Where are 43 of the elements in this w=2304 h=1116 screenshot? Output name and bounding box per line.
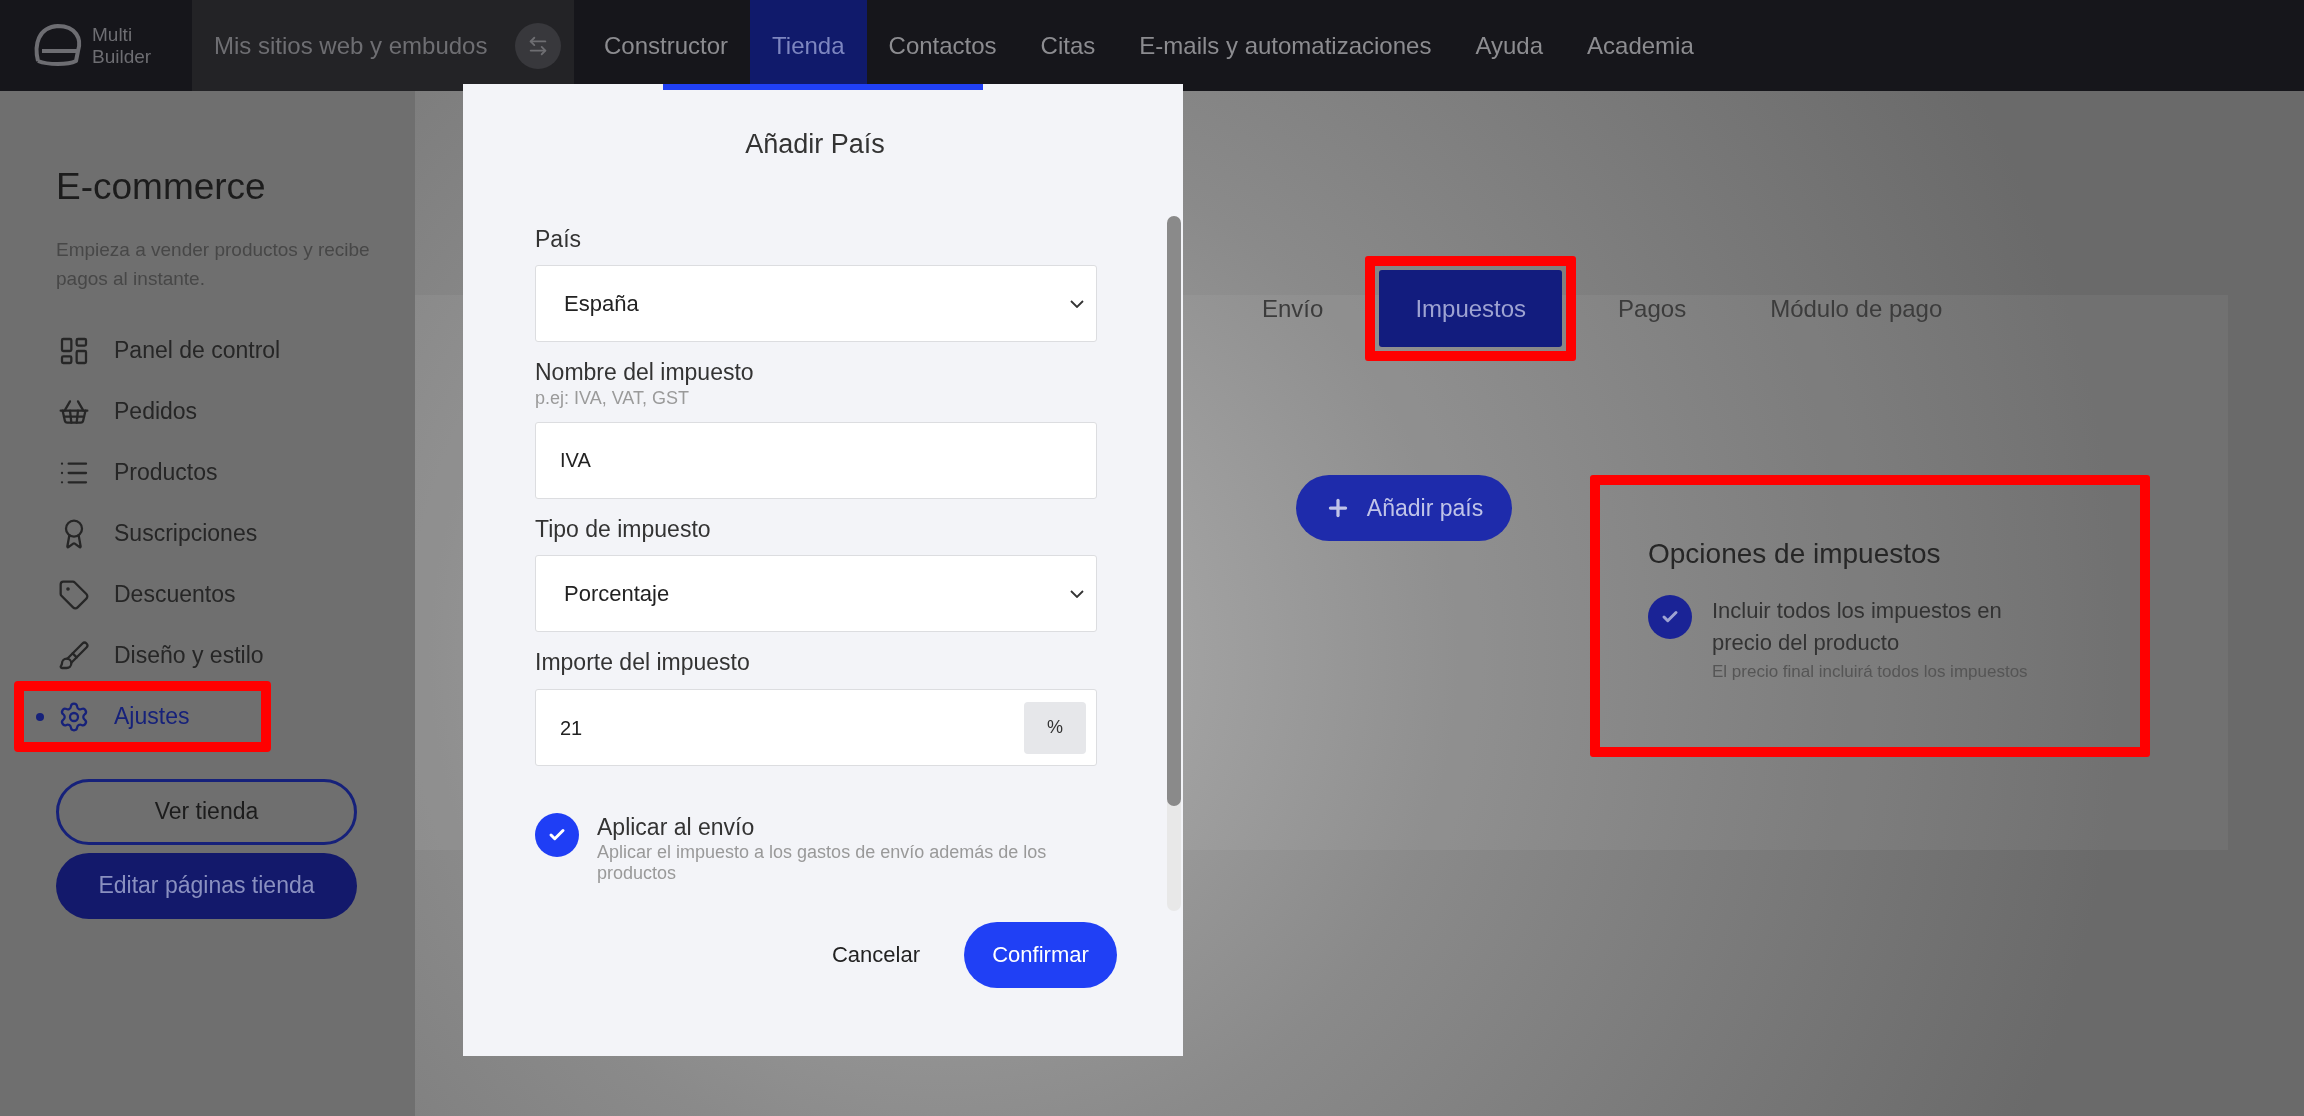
tag-icon xyxy=(58,578,90,611)
edit-pages-button[interactable]: Editar páginas tienda xyxy=(56,852,357,919)
sidebar-item[interactable]: Suscripciones xyxy=(114,516,258,551)
confirm-button[interactable]: Confirmar xyxy=(964,921,1117,988)
view-store-button[interactable]: Ver tienda xyxy=(56,778,357,845)
checkbox[interactable] xyxy=(1648,595,1692,639)
sidebar-item[interactable]: Panel de control xyxy=(114,333,281,368)
field-label: Nombre del impuesto xyxy=(535,358,755,387)
tab[interactable]: Pagos xyxy=(1582,270,1723,347)
nav-tab[interactable]: E-mails y automatizaciones xyxy=(1117,0,1454,91)
checkbox[interactable] xyxy=(535,813,579,857)
sidebar-item[interactable]: Productos xyxy=(114,455,218,490)
cancel-button[interactable]: Cancelar xyxy=(823,921,928,988)
sidebar-item[interactable]: Pedidos xyxy=(114,394,198,429)
tab[interactable]: Impuestos xyxy=(1379,270,1563,347)
card-title: Opciones de impuestos xyxy=(1648,537,1942,571)
input-field[interactable]: IVA xyxy=(535,421,1097,499)
nav-tab[interactable]: Ayuda xyxy=(1453,0,1566,91)
checkbox-label: Aplicar al envío xyxy=(597,813,756,842)
sidebar-title: E-commerce xyxy=(55,165,267,209)
chevron-down-icon xyxy=(1070,299,1084,308)
nav-tab[interactable]: Academia xyxy=(1565,0,1716,91)
option-label: Incluir todos los impuestos en precio del producto xyxy=(1712,597,2003,657)
field-label: Importe del impuesto xyxy=(535,648,751,677)
brush-icon xyxy=(58,639,90,672)
logo-text: Multi Builder xyxy=(92,23,152,68)
select-field[interactable]: Porcentaje xyxy=(535,555,1097,633)
sites-switcher[interactable]: Mis sitios web y embudos xyxy=(192,0,574,91)
unit-label: % xyxy=(1024,701,1086,754)
tab[interactable]: Envío xyxy=(1226,270,1360,347)
sidebar-item[interactable]: Diseño y estilo xyxy=(114,638,264,673)
settings-icon xyxy=(58,700,90,733)
field-label: Tipo de impuesto xyxy=(535,514,712,544)
select-field[interactable]: España xyxy=(535,265,1097,343)
input-field[interactable]: 21 % xyxy=(535,689,1097,766)
sidebar-item[interactable]: Ajustes xyxy=(114,699,190,734)
dialog-title: Añadir País xyxy=(744,128,886,161)
field-hint: p.ej: IVA, VAT, GST xyxy=(535,387,691,410)
checkbox-hint: Aplicar el impuesto a los gastos de envío además de los productos xyxy=(597,841,1048,884)
field-label: País xyxy=(535,224,583,254)
sidebar-item[interactable]: Descuentos xyxy=(114,577,236,612)
chevron-down-icon xyxy=(1070,589,1084,598)
add-country-button[interactable]: Añadir país xyxy=(1296,475,1512,541)
